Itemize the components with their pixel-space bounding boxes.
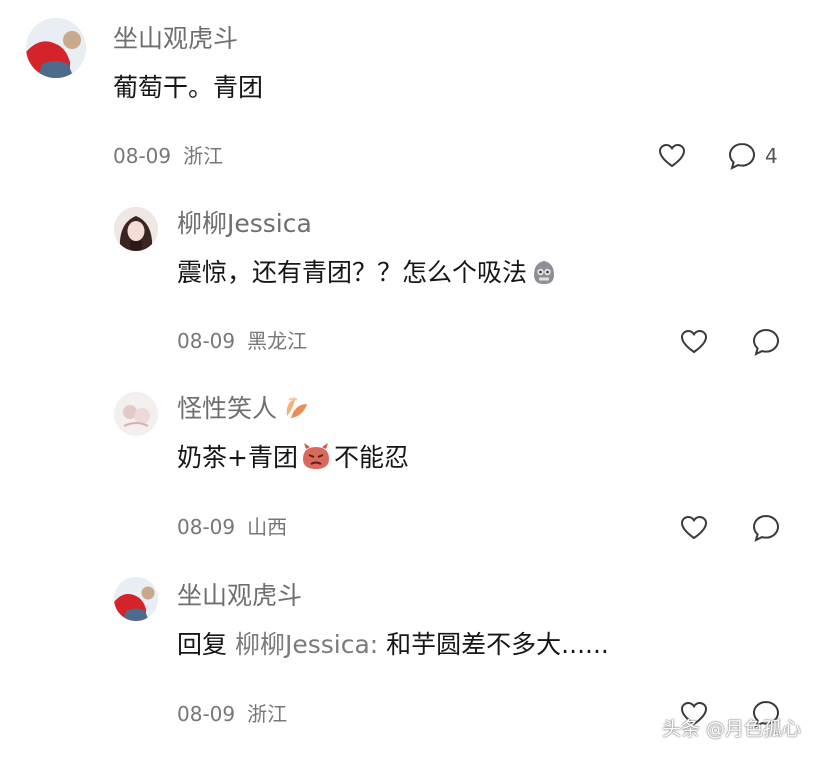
heart-icon [680,515,708,540]
comment-meta: 08-09 浙江 [177,704,299,724]
comment-icon [752,514,780,542]
grimace-emoji [534,261,555,284]
reply-button[interactable] [750,326,782,358]
leaf-badge-icon [286,397,308,418]
heart-icon [680,329,708,354]
avatar-image [26,18,86,78]
comment-location: 浙江 [247,702,288,726]
comment-text: 震惊，还有青团？？怎么个吸法 [177,260,559,287]
comment-location: 黑龙江 [247,329,308,353]
comment-text-after: 不能忍 [333,443,409,472]
comment-text: 回复 柳柳Jessica: 和芋圆差不多大...... [177,632,609,657]
reply-prefix: 回复 [177,630,228,659]
comment-meta: 08-09 浙江 [113,146,235,166]
comment-date: 08-09 [177,702,236,726]
author-name[interactable]: 怪性笑人 [177,396,311,422]
avatar[interactable] [114,392,158,436]
comment-date: 08-09 [177,515,236,539]
reply-item: 柳柳Jessica 震惊，还有青团？？怎么个吸法 08-09 黑龙江 [0,190,834,370]
reply-count: 4 [765,144,778,168]
avatar-image [114,392,158,436]
avatar[interactable] [114,577,158,621]
author-name[interactable]: 坐山观虎斗 [177,583,302,608]
comment-item: 坐山观虎斗 葡萄干。青团 08-09 浙江 4 [0,0,834,190]
comment-icon [752,328,780,356]
like-button[interactable] [678,513,710,543]
avatar[interactable] [26,18,86,78]
avatar[interactable] [114,207,158,251]
avatar-image [114,207,158,251]
reply-item: 怪性笑人 奶茶+青团 不能忍 08-09 山西 [0,375,834,560]
watermark: 头条 @月色孤心 [662,718,802,740]
author-name[interactable]: 柳柳Jessica [177,211,312,236]
comment-date: 08-09 [113,144,172,168]
comment-location: 浙江 [183,144,224,168]
comment-text: 葡萄干。青团 [113,73,264,102]
comment-text-before: 奶茶+青团 [177,443,298,472]
comment-meta: 08-09 黑龙江 [177,331,319,351]
comment-text-content: 和芋圆差不多大...... [386,630,609,659]
comment-date: 08-09 [177,329,236,353]
like-button[interactable] [656,141,688,171]
angry-emoji [302,443,329,469]
author-name[interactable]: 坐山观虎斗 [113,26,238,51]
comment-location: 山西 [247,515,288,539]
heart-icon [658,143,686,168]
reply-to-user[interactable]: 柳柳Jessica: [235,630,378,659]
reply-button[interactable] [750,512,782,544]
comment-text: 奶茶+青团 不能忍 [177,443,409,472]
comment-text-content: 震惊，还有青团？？怎么个吸法 [177,258,528,287]
avatar-image [114,577,158,621]
author-name-text: 怪性笑人 [177,394,278,423]
comment-icon [728,142,756,170]
like-button[interactable] [678,327,710,357]
comment-meta: 08-09 山西 [177,517,299,537]
reply-button[interactable]: 4 [727,140,787,172]
